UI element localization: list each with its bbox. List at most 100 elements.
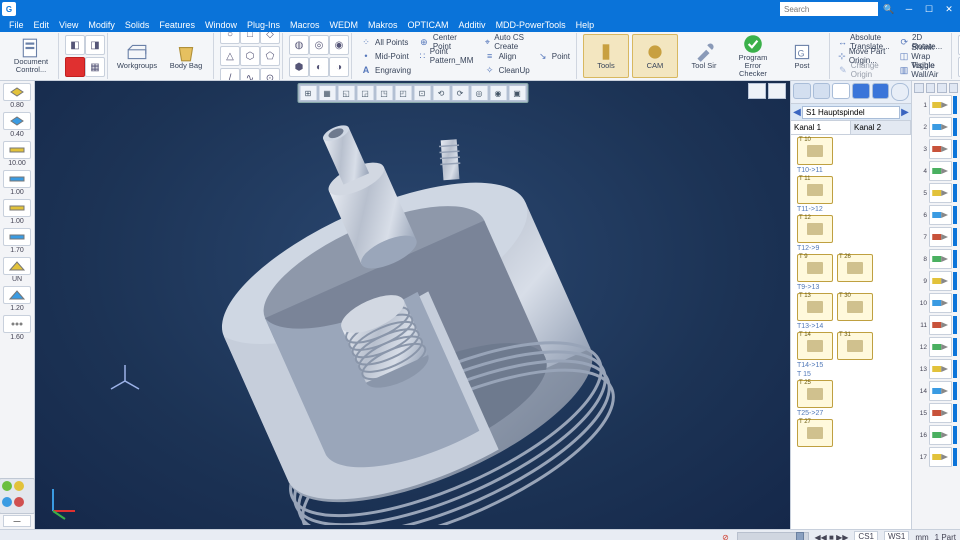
operation-tile[interactable]: T 27 (797, 419, 833, 447)
op-transition[interactable]: T25->27 (797, 410, 823, 417)
3d-viewport[interactable]: ⊞ ▦ ◱ ◲ ◳ ◰ ⊡ ⟲ ⟳ ◎ ◉ ▣ (35, 81, 790, 529)
tool-value[interactable]: 1.20 (10, 304, 24, 314)
tool-shape-button[interactable] (3, 286, 31, 304)
operations-tree[interactable]: T 10T10->11T 11T11->12T 12T12->9T 9T 26T… (791, 135, 911, 529)
solid-button[interactable]: ◎ (309, 35, 329, 55)
ws-indicator[interactable]: WS1 (884, 531, 909, 540)
point-item[interactable]: ↘Point (535, 50, 572, 63)
operation-tile[interactable]: T 13 (797, 293, 833, 321)
menu-mdd[interactable]: MDD-PowerTools (491, 18, 571, 32)
tool-shape-button[interactable] (3, 199, 31, 217)
tool-slot[interactable]: 7 (915, 227, 957, 247)
tool-shape-button[interactable] (3, 315, 31, 333)
palette-button[interactable]: ◧ (65, 35, 85, 55)
point-pattern-item[interactable]: ∷Point Pattern_MM (416, 50, 479, 63)
shape-button[interactable]: ∿ (240, 68, 260, 81)
shape-button[interactable]: ⬠ (260, 46, 280, 66)
prev-spindle-button[interactable]: ◀ (792, 105, 802, 119)
operation-tile[interactable]: T 30 (837, 293, 873, 321)
close-button[interactable]: ✕ (940, 2, 958, 16)
tool-shape-button[interactable] (3, 257, 31, 275)
operation-tile[interactable]: T 12 (797, 215, 833, 243)
op-transition[interactable]: T11->12 (797, 206, 823, 213)
color-swatch[interactable] (2, 481, 12, 491)
tool-slot[interactable]: 15 (915, 403, 957, 423)
tool-col-tab[interactable] (926, 83, 936, 93)
operation-tile[interactable]: T 9 (797, 254, 833, 282)
kanal-tab[interactable]: Kanal 2 (851, 121, 911, 134)
tool-shape-button[interactable] (3, 170, 31, 188)
tool-slot[interactable]: 14 (915, 381, 957, 401)
menu-help[interactable]: Help (571, 18, 600, 32)
op-transition[interactable]: T 15 (797, 371, 811, 378)
palette-button[interactable]: ▦ (85, 57, 105, 77)
op-view-tab[interactable] (813, 83, 831, 99)
tool-value[interactable]: 1.70 (10, 246, 24, 256)
solid-button[interactable]: ◉ (329, 35, 349, 55)
color-swatch[interactable] (2, 497, 12, 507)
tool-slot[interactable]: 11 (915, 315, 957, 335)
color-swatch[interactable] (14, 481, 24, 491)
menu-features[interactable]: Features (154, 18, 200, 32)
op-transition[interactable]: T13->14 (797, 323, 823, 330)
menu-wedm[interactable]: WEDM (325, 18, 364, 32)
menu-makros[interactable]: Makros (363, 18, 403, 32)
change-origin-item[interactable]: ✎Change Origin (836, 64, 895, 77)
menu-opticam[interactable]: OPTICAM (403, 18, 454, 32)
tool-value[interactable]: 0.80 (10, 101, 24, 111)
tool-slot[interactable]: 6 (915, 205, 957, 225)
menu-plugins[interactable]: Plug-Ins (242, 18, 285, 32)
shape-button[interactable]: ◇ (260, 32, 280, 44)
workgroups-button[interactable]: Workgroups (114, 34, 160, 78)
tool-col-tab[interactable] (937, 83, 947, 93)
vp-toggle-btn[interactable] (768, 83, 786, 99)
tool-sir-button[interactable]: Tool Sir (681, 34, 727, 78)
cleanup-item[interactable]: ✧CleanUp (482, 64, 532, 77)
search-input[interactable] (780, 2, 878, 16)
color-swatch[interactable] (14, 497, 24, 507)
kanal-tab[interactable]: Kanal 1 (791, 121, 851, 134)
align-item[interactable]: ≡Align (482, 50, 532, 63)
shape-button[interactable]: ○ (220, 32, 240, 44)
cs-indicator[interactable]: CS1 (854, 531, 878, 540)
next-spindle-button[interactable]: ▶ (900, 105, 910, 119)
tool-slot[interactable]: 9 (915, 271, 957, 291)
speed-slider[interactable] (737, 532, 809, 540)
tool-slot[interactable]: 13 (915, 359, 957, 379)
op-view-tab[interactable] (852, 83, 870, 99)
tool-shape-button[interactable] (3, 141, 31, 159)
operation-tile[interactable]: T 11 (797, 176, 833, 204)
auto-cs-item[interactable]: ⌖Auto CS Create (482, 36, 532, 49)
program-checker-button[interactable]: Program Error Checker (730, 34, 776, 78)
palette-button[interactable]: ◨ (85, 35, 105, 55)
operation-tile[interactable]: T 25 (797, 380, 833, 408)
menu-edit[interactable]: Edit (29, 18, 55, 32)
minimize-button[interactable]: ─ (900, 2, 918, 16)
menu-solids[interactable]: Solids (120, 18, 155, 32)
menu-window[interactable]: Window (200, 18, 242, 32)
op-transition[interactable]: T10->11 (797, 167, 823, 174)
cam-mode-button[interactable]: CAM (632, 34, 678, 78)
tool-slot[interactable]: 12 (915, 337, 957, 357)
tool-slot[interactable]: 10 (915, 293, 957, 313)
menu-additiv[interactable]: Additiv (454, 18, 491, 32)
op-view-tab[interactable] (793, 83, 811, 99)
tool-slot[interactable]: 4 (915, 161, 957, 181)
body-bag-button[interactable]: Body Bag (163, 34, 209, 78)
op-view-tab[interactable] (832, 83, 850, 99)
tool-value[interactable]: 0.40 (10, 130, 24, 140)
shape-button[interactable]: □ (240, 32, 260, 44)
tool-slot[interactable]: 17 (915, 447, 957, 467)
tool-slot[interactable]: 3 (915, 139, 957, 159)
search-icon[interactable]: 🔍 (880, 2, 898, 16)
tool-value[interactable]: UN (12, 275, 22, 285)
tools-mode-button[interactable]: Tools (583, 34, 629, 78)
menu-modify[interactable]: Modify (83, 18, 120, 32)
operation-tile[interactable]: T 10 (797, 137, 833, 165)
mid-point-item[interactable]: •Mid-Point (358, 50, 413, 63)
layer-select[interactable]: — (3, 515, 31, 527)
tool-value[interactable]: 1.60 (10, 333, 24, 343)
tool-shape-button[interactable] (3, 83, 31, 101)
op-transition[interactable]: T12->9 (797, 245, 819, 252)
solid-button[interactable]: ◑ (329, 57, 349, 77)
